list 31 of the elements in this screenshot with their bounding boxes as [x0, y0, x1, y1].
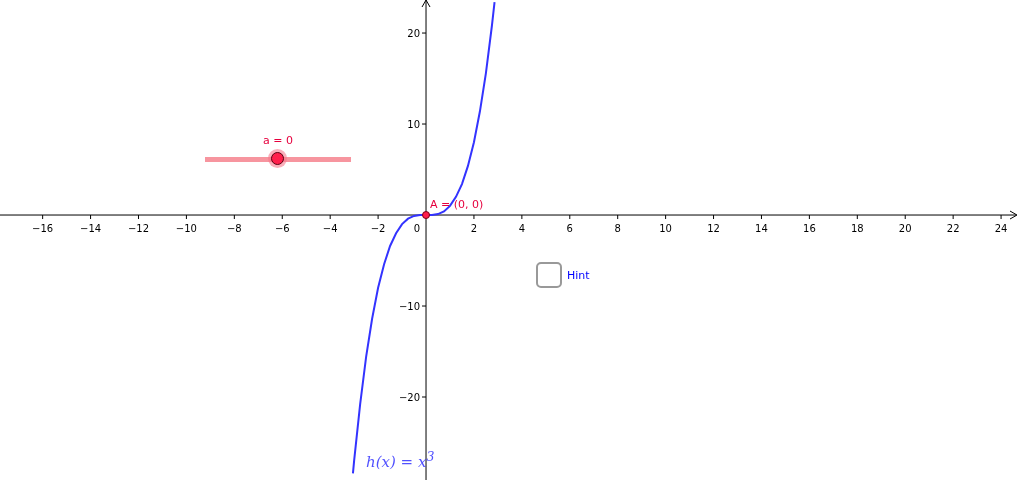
y-tick-label: 20	[407, 28, 420, 40]
x-tick-label: 6	[566, 223, 573, 234]
x-tick-label: −4	[322, 223, 338, 234]
x-tick-label: 20	[898, 223, 912, 234]
x-tick-label: 12	[707, 223, 720, 234]
y-tick-label: −10	[398, 301, 420, 312]
y-tick-label: −20	[398, 392, 420, 403]
x-tick-label: 18	[850, 223, 864, 234]
x-tick-label: 2	[470, 223, 478, 234]
x-tick-label: −8	[226, 223, 242, 234]
x-tick-label: −6	[274, 223, 290, 234]
point-label: A = (0, 0)	[430, 198, 484, 211]
y-tick-label: 10	[407, 119, 420, 131]
slider-label: a = 0	[263, 134, 293, 147]
x-tick-label: 4	[518, 223, 526, 234]
x-tick-label: −14	[80, 223, 102, 234]
x-tick-label: 22	[946, 223, 960, 234]
x-tick-label: 10	[659, 223, 672, 234]
x-tick-label: −10	[175, 223, 197, 234]
x-tick-label: 8	[614, 223, 621, 234]
hint-checkbox[interactable]	[536, 262, 562, 288]
x-tick-label: 16	[803, 223, 816, 234]
x-tick-label: 14	[755, 223, 768, 234]
origin-label: 0	[413, 223, 421, 234]
x-tick-label: 24	[994, 223, 1008, 234]
point-marker[interactable]	[422, 211, 430, 219]
x-tick-label: −2	[370, 223, 386, 234]
slider-thumb[interactable]	[270, 152, 284, 165]
x-tick-label: −16	[32, 223, 54, 234]
x-tick-label: −12	[127, 223, 150, 234]
checkbox-label: Hint	[567, 268, 590, 282]
